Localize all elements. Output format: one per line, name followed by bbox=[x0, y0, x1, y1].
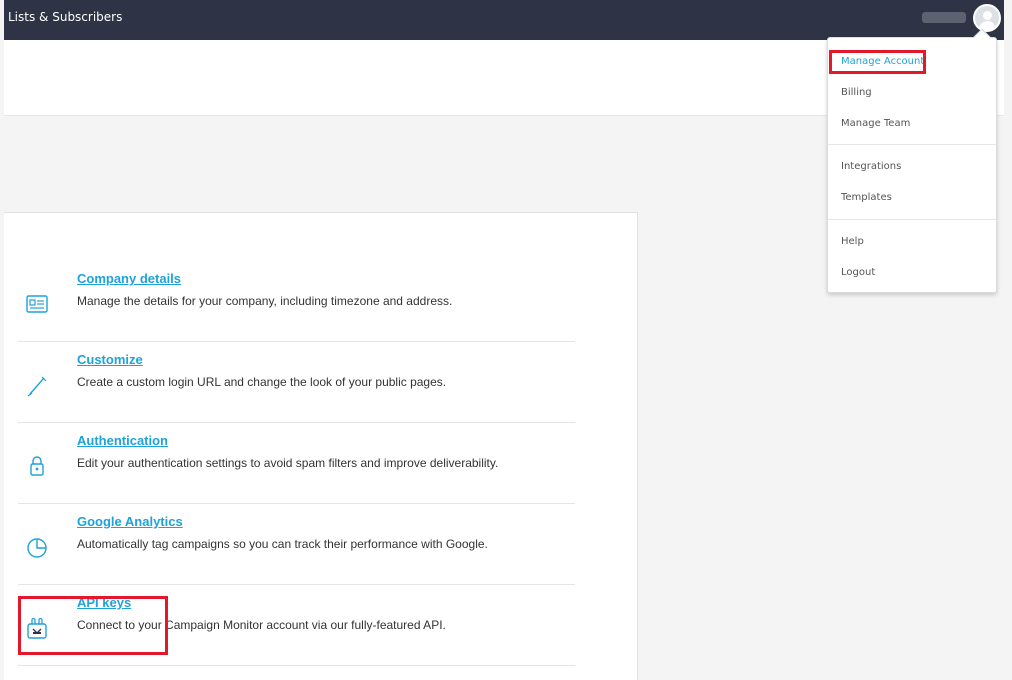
api-keys-icon bbox=[27, 617, 47, 639]
menu-item-manage-account[interactable]: Manage Account bbox=[841, 56, 924, 67]
top-navigation-bar: Lists & Subscribers bbox=[4, 0, 1004, 40]
google-analytics-description: Automatically tag campaigns so you can t… bbox=[77, 537, 488, 551]
menu-item-logout[interactable]: Logout bbox=[841, 267, 875, 278]
account-dropdown-menu: Manage Account Billing Manage Team Integ… bbox=[827, 28, 997, 293]
pen-icon bbox=[27, 376, 47, 397]
api-keys-link[interactable]: API keys bbox=[77, 595, 131, 610]
menu-item-help[interactable]: Help bbox=[841, 236, 864, 247]
settings-row-authentication[interactable]: Authentication Edit your authentication … bbox=[18, 423, 575, 504]
settings-row-customize[interactable]: Customize Create a custom login URL and … bbox=[18, 342, 575, 423]
company-card-icon bbox=[26, 295, 48, 313]
menu-item-billing[interactable]: Billing bbox=[841, 87, 872, 98]
menu-item-integrations[interactable]: Integrations bbox=[841, 161, 901, 172]
lock-icon bbox=[30, 456, 44, 476]
company-details-link[interactable]: Company details bbox=[77, 271, 181, 286]
blurred-user-name[interactable] bbox=[922, 12, 966, 23]
authentication-link[interactable]: Authentication bbox=[77, 433, 168, 448]
company-details-description: Manage the details for your company, inc… bbox=[77, 294, 453, 308]
settings-row-api-keys[interactable]: API keys Connect to your Campaign Monito… bbox=[18, 585, 575, 666]
pie-chart-icon bbox=[27, 538, 47, 558]
menu-divider bbox=[828, 219, 996, 220]
api-keys-description: Connect to your Campaign Monitor account… bbox=[77, 618, 446, 632]
settings-row-company-details[interactable]: Company details Manage the details for y… bbox=[18, 261, 575, 342]
menu-divider bbox=[828, 144, 996, 145]
google-analytics-link[interactable]: Google Analytics bbox=[77, 514, 183, 529]
customize-link[interactable]: Customize bbox=[77, 352, 143, 367]
menu-item-templates[interactable]: Templates bbox=[841, 192, 892, 203]
user-avatar-icon[interactable] bbox=[973, 4, 1001, 32]
settings-row-google-analytics[interactable]: Google Analytics Automatically tag campa… bbox=[18, 504, 575, 585]
authentication-description: Edit your authentication settings to avo… bbox=[77, 456, 499, 470]
menu-item-manage-team[interactable]: Manage Team bbox=[841, 118, 910, 129]
customize-description: Create a custom login URL and change the… bbox=[77, 375, 447, 389]
nav-title-lists-subscribers[interactable]: Lists & Subscribers bbox=[8, 10, 122, 24]
